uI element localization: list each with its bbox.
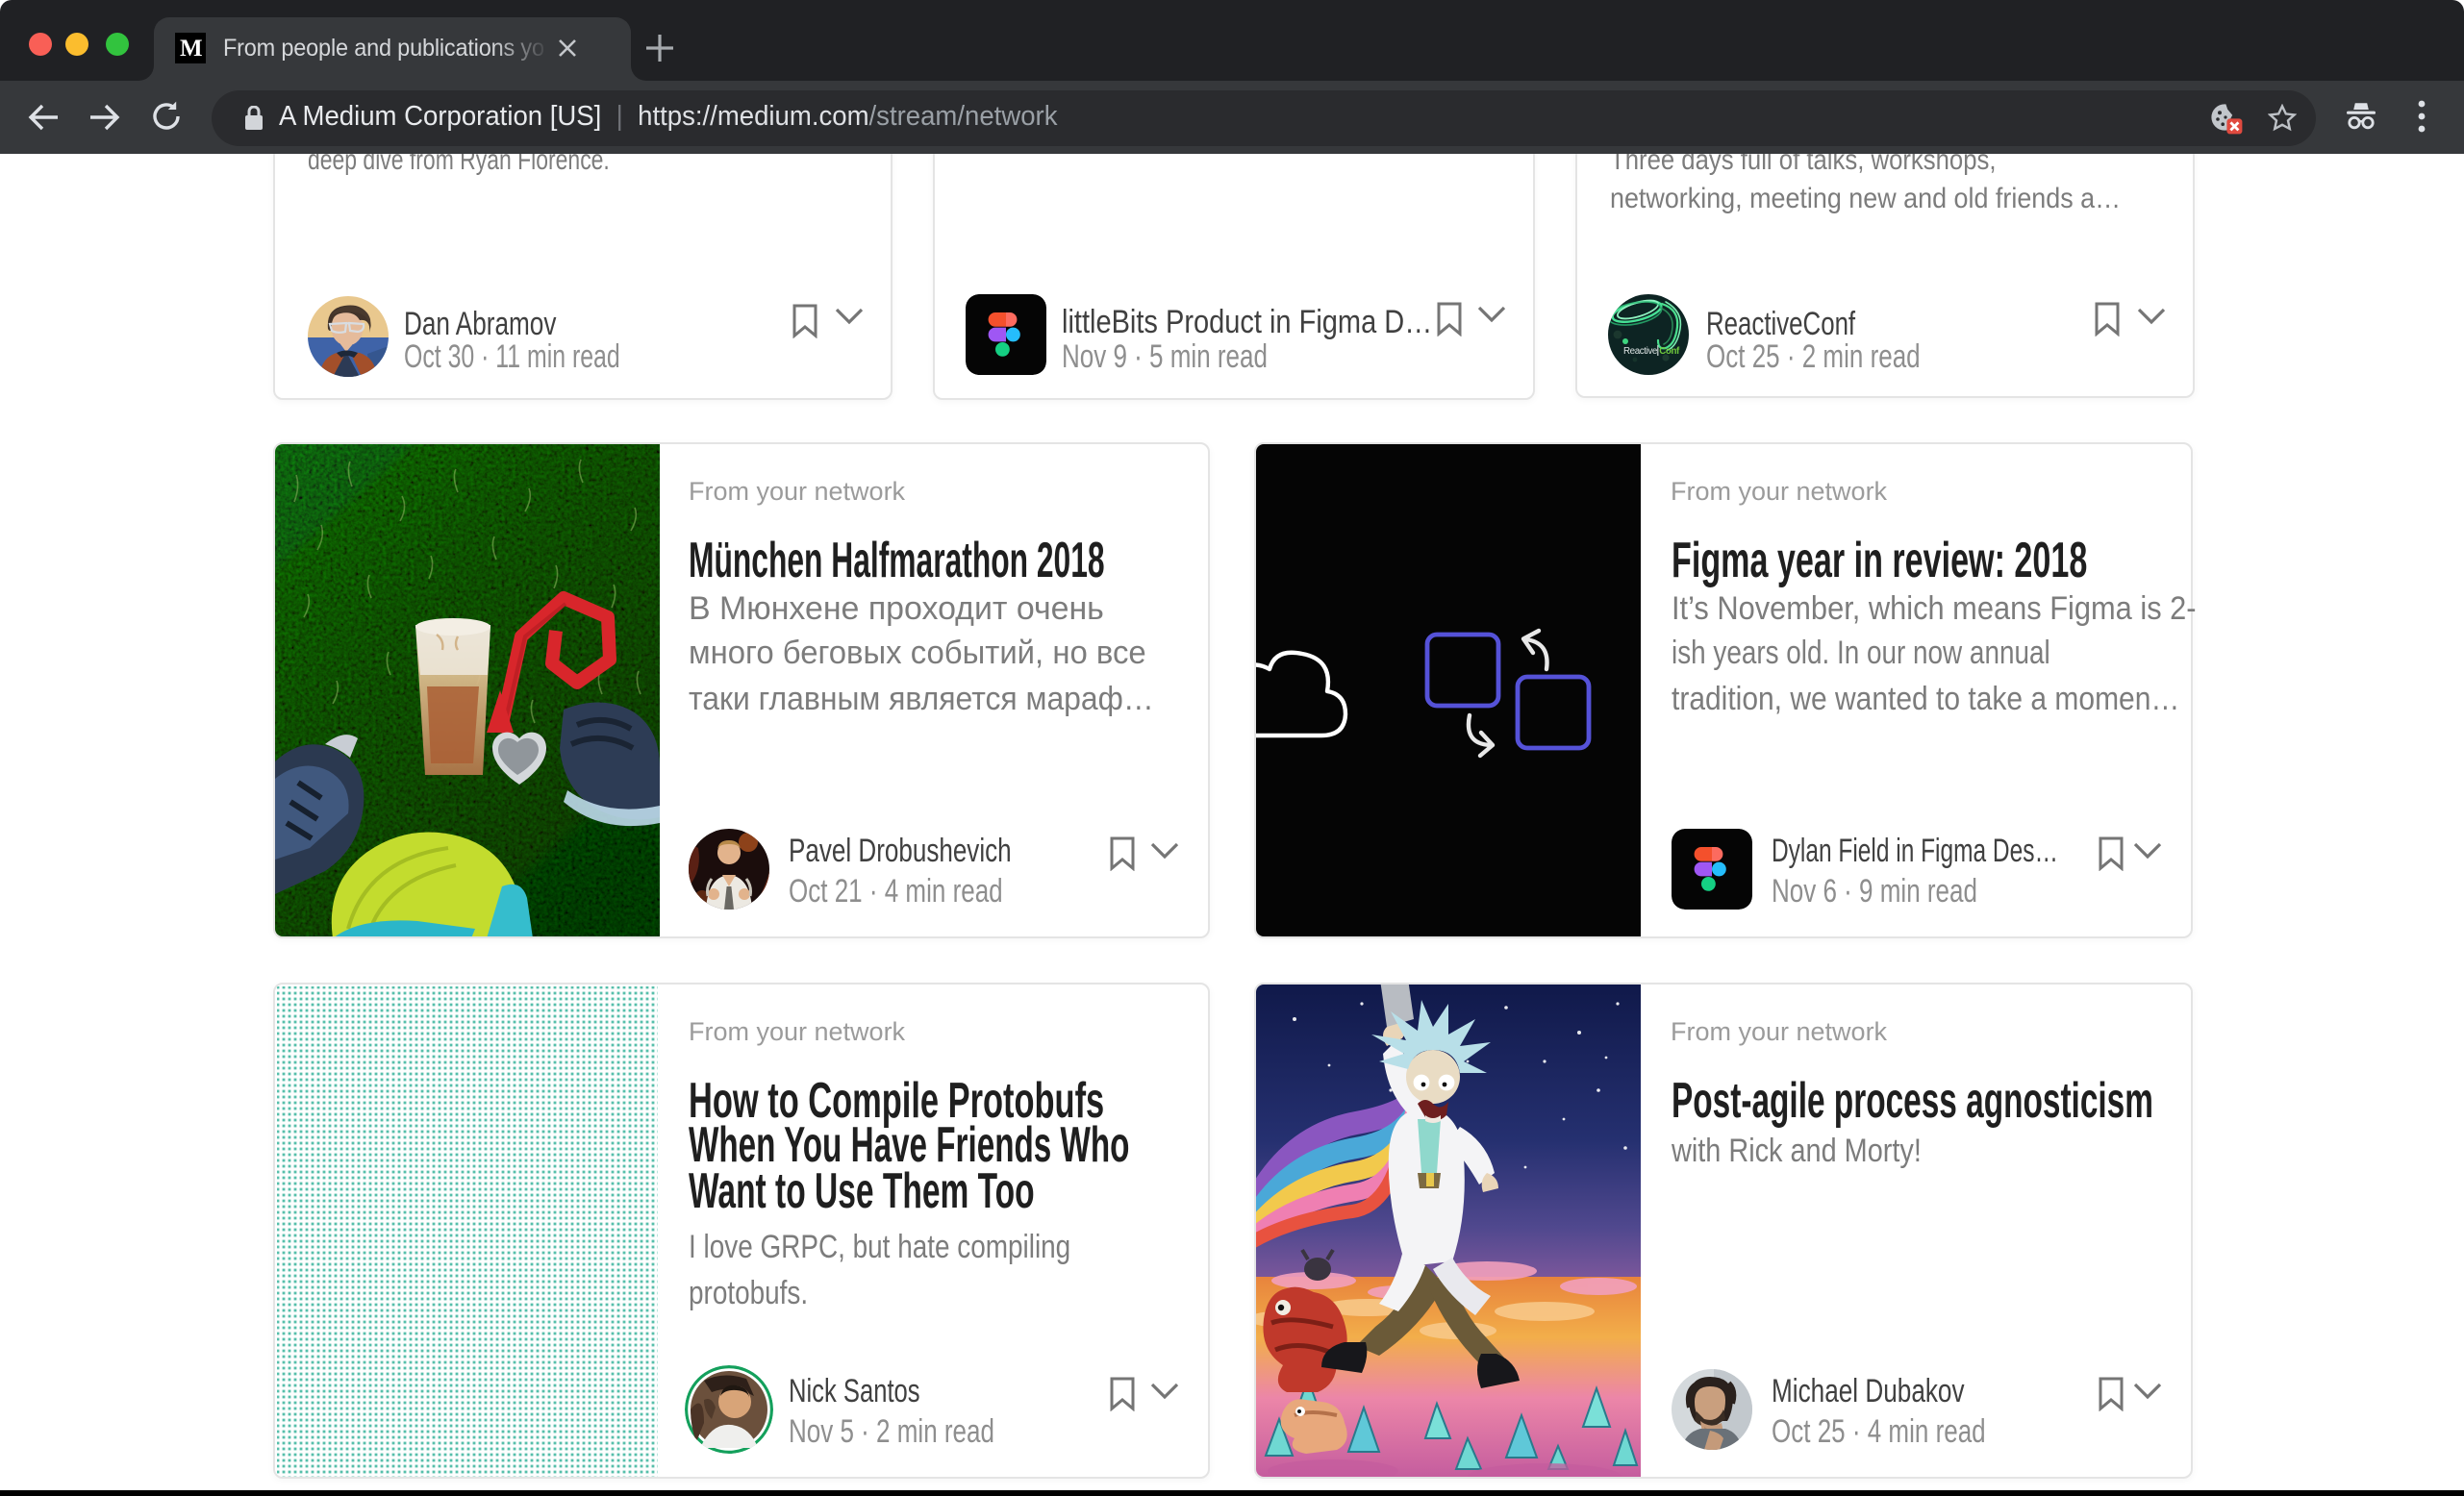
svg-text:Conf: Conf xyxy=(1659,346,1680,357)
svg-text:Reactive: Reactive xyxy=(1623,346,1658,357)
